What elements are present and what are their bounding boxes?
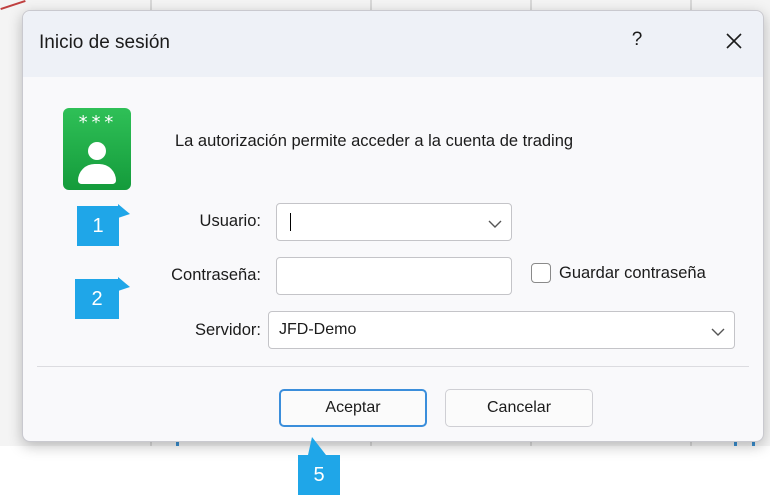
cancel-button[interactable]: Cancelar bbox=[445, 389, 593, 427]
icon-user-head bbox=[88, 142, 106, 160]
server-value: JFD-Demo bbox=[279, 321, 357, 338]
badge-pointer bbox=[118, 277, 130, 291]
chart-line-segment bbox=[0, 0, 26, 10]
server-label: Servidor: bbox=[194, 321, 261, 339]
chevron-down-icon[interactable] bbox=[710, 327, 726, 337]
save-password-checkbox[interactable] bbox=[531, 263, 551, 283]
usuario-label: Usuario: bbox=[199, 212, 261, 230]
icon-user-body bbox=[78, 164, 116, 184]
help-button[interactable]: ? bbox=[625, 29, 649, 55]
accept-button[interactable]: Aceptar bbox=[279, 389, 427, 427]
account-user-icon: *** bbox=[63, 108, 131, 190]
step-badge-2: 2 bbox=[75, 279, 119, 319]
close-button[interactable] bbox=[719, 25, 749, 57]
chevron-down-icon[interactable] bbox=[487, 219, 503, 229]
step-badge-5: 5 bbox=[298, 455, 340, 495]
authorization-info-text: La autorización permite acceder a la cue… bbox=[175, 132, 574, 150]
footer-separator bbox=[37, 366, 749, 367]
password-field[interactable] bbox=[276, 257, 512, 295]
server-combobox[interactable]: JFD-Demo bbox=[268, 311, 735, 349]
password-label: Contraseña: bbox=[171, 266, 261, 284]
icon-stars: *** bbox=[77, 112, 117, 133]
dialog-title: Inicio de sesión bbox=[39, 32, 170, 53]
save-password-label[interactable]: Guardar contraseña bbox=[559, 264, 706, 283]
login-dialog: Inicio de sesión ? *** La autorización p… bbox=[22, 10, 764, 442]
close-icon bbox=[726, 33, 742, 49]
badge-pointer bbox=[308, 437, 326, 455]
text-caret bbox=[290, 213, 291, 231]
step-badge-1: 1 bbox=[77, 206, 119, 246]
dialog-titlebar: Inicio de sesión ? bbox=[23, 11, 763, 77]
usuario-combobox[interactable] bbox=[276, 203, 512, 241]
badge-pointer bbox=[118, 204, 130, 218]
